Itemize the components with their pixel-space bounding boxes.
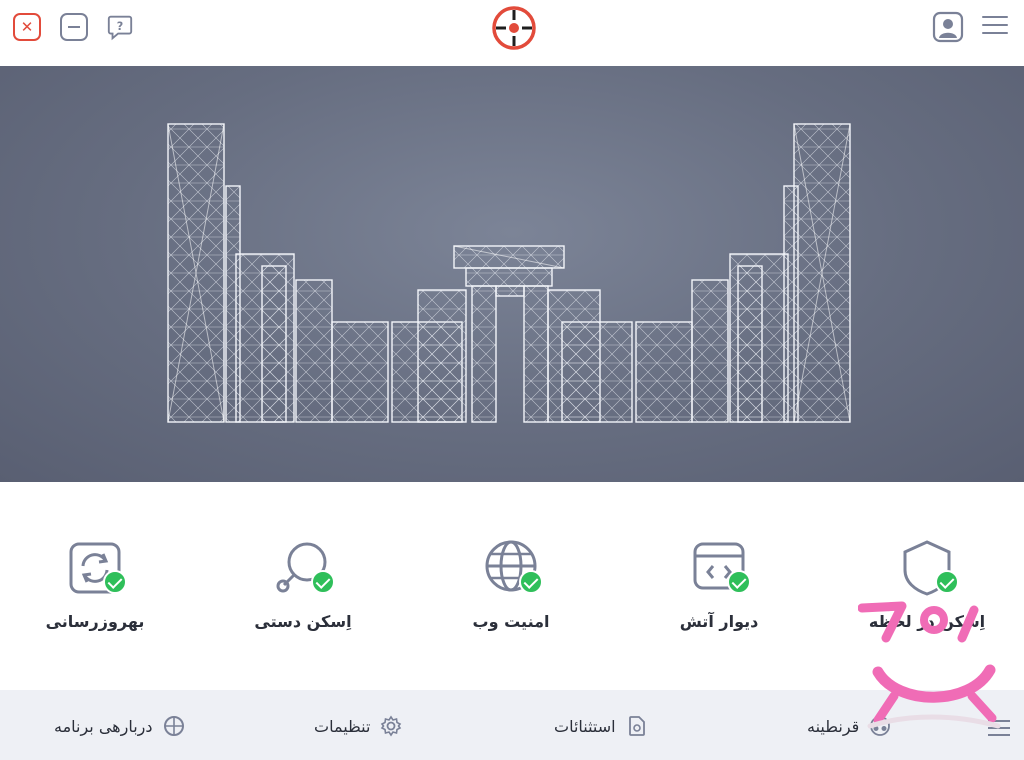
hero-banner [0,66,1024,482]
profile-icon[interactable] [932,11,964,43]
gear-icon [381,715,402,737]
minimize-button[interactable] [60,13,88,41]
exceptions-button[interactable]: استثنائات [554,714,648,738]
feature-label: اِسکن در لحظه [868,612,986,631]
status-check-icon [519,570,543,594]
feature-manual-scan[interactable]: اِسکن دستی [223,536,383,646]
status-check-icon [727,570,751,594]
persepolis-gate-network-illustration [167,123,851,423]
crosshair-logo-icon [492,6,536,50]
feature-row: بهروزرسانی اِسکن دستی امنیت وب دیوار آتش… [0,482,1024,690]
close-icon: ✕ [20,18,34,36]
hamburger-menu-icon[interactable] [982,16,1008,38]
feature-label: بهروزرسانی [45,612,145,631]
close-button[interactable]: ✕ [13,13,41,41]
info-globe-icon [163,716,184,736]
exception-file-icon [628,716,645,736]
help-chat-icon: ? [107,15,133,41]
feature-update[interactable]: بهروزرسانی [15,536,175,646]
title-bar: ✕ ? [0,0,1024,66]
settings-label: تنظیمات [314,716,371,736]
exceptions-label: استثنائات [554,716,616,736]
quarantine-label: قرنطینه [807,716,860,736]
status-check-icon [935,570,959,594]
hamburger-menu-icon[interactable] [988,720,1010,736]
feature-realtime-scan[interactable]: اِسکن در لحظه [847,536,1007,646]
help-button[interactable]: ? [106,13,134,41]
biohazard-icon [870,716,891,736]
settings-button[interactable]: تنظیمات [314,714,402,738]
status-check-icon [311,570,335,594]
feature-web-security[interactable]: امنیت وب [431,536,591,646]
about-label: دربارهی برنامه [54,716,153,736]
feature-label: دیوار آتش [679,612,759,631]
feature-firewall[interactable]: دیوار آتش [639,536,799,646]
svg-text:?: ? [117,20,124,33]
about-button[interactable]: دربارهی برنامه [54,714,185,738]
feature-label: امنیت وب [472,612,550,631]
feature-label: اِسکن دستی [254,612,352,631]
quarantine-button[interactable]: قرنطینه [807,714,891,738]
bottom-bar: دربارهی برنامه تنظیمات استثنائات قرنطینه [0,690,1024,760]
status-check-icon [103,570,127,594]
